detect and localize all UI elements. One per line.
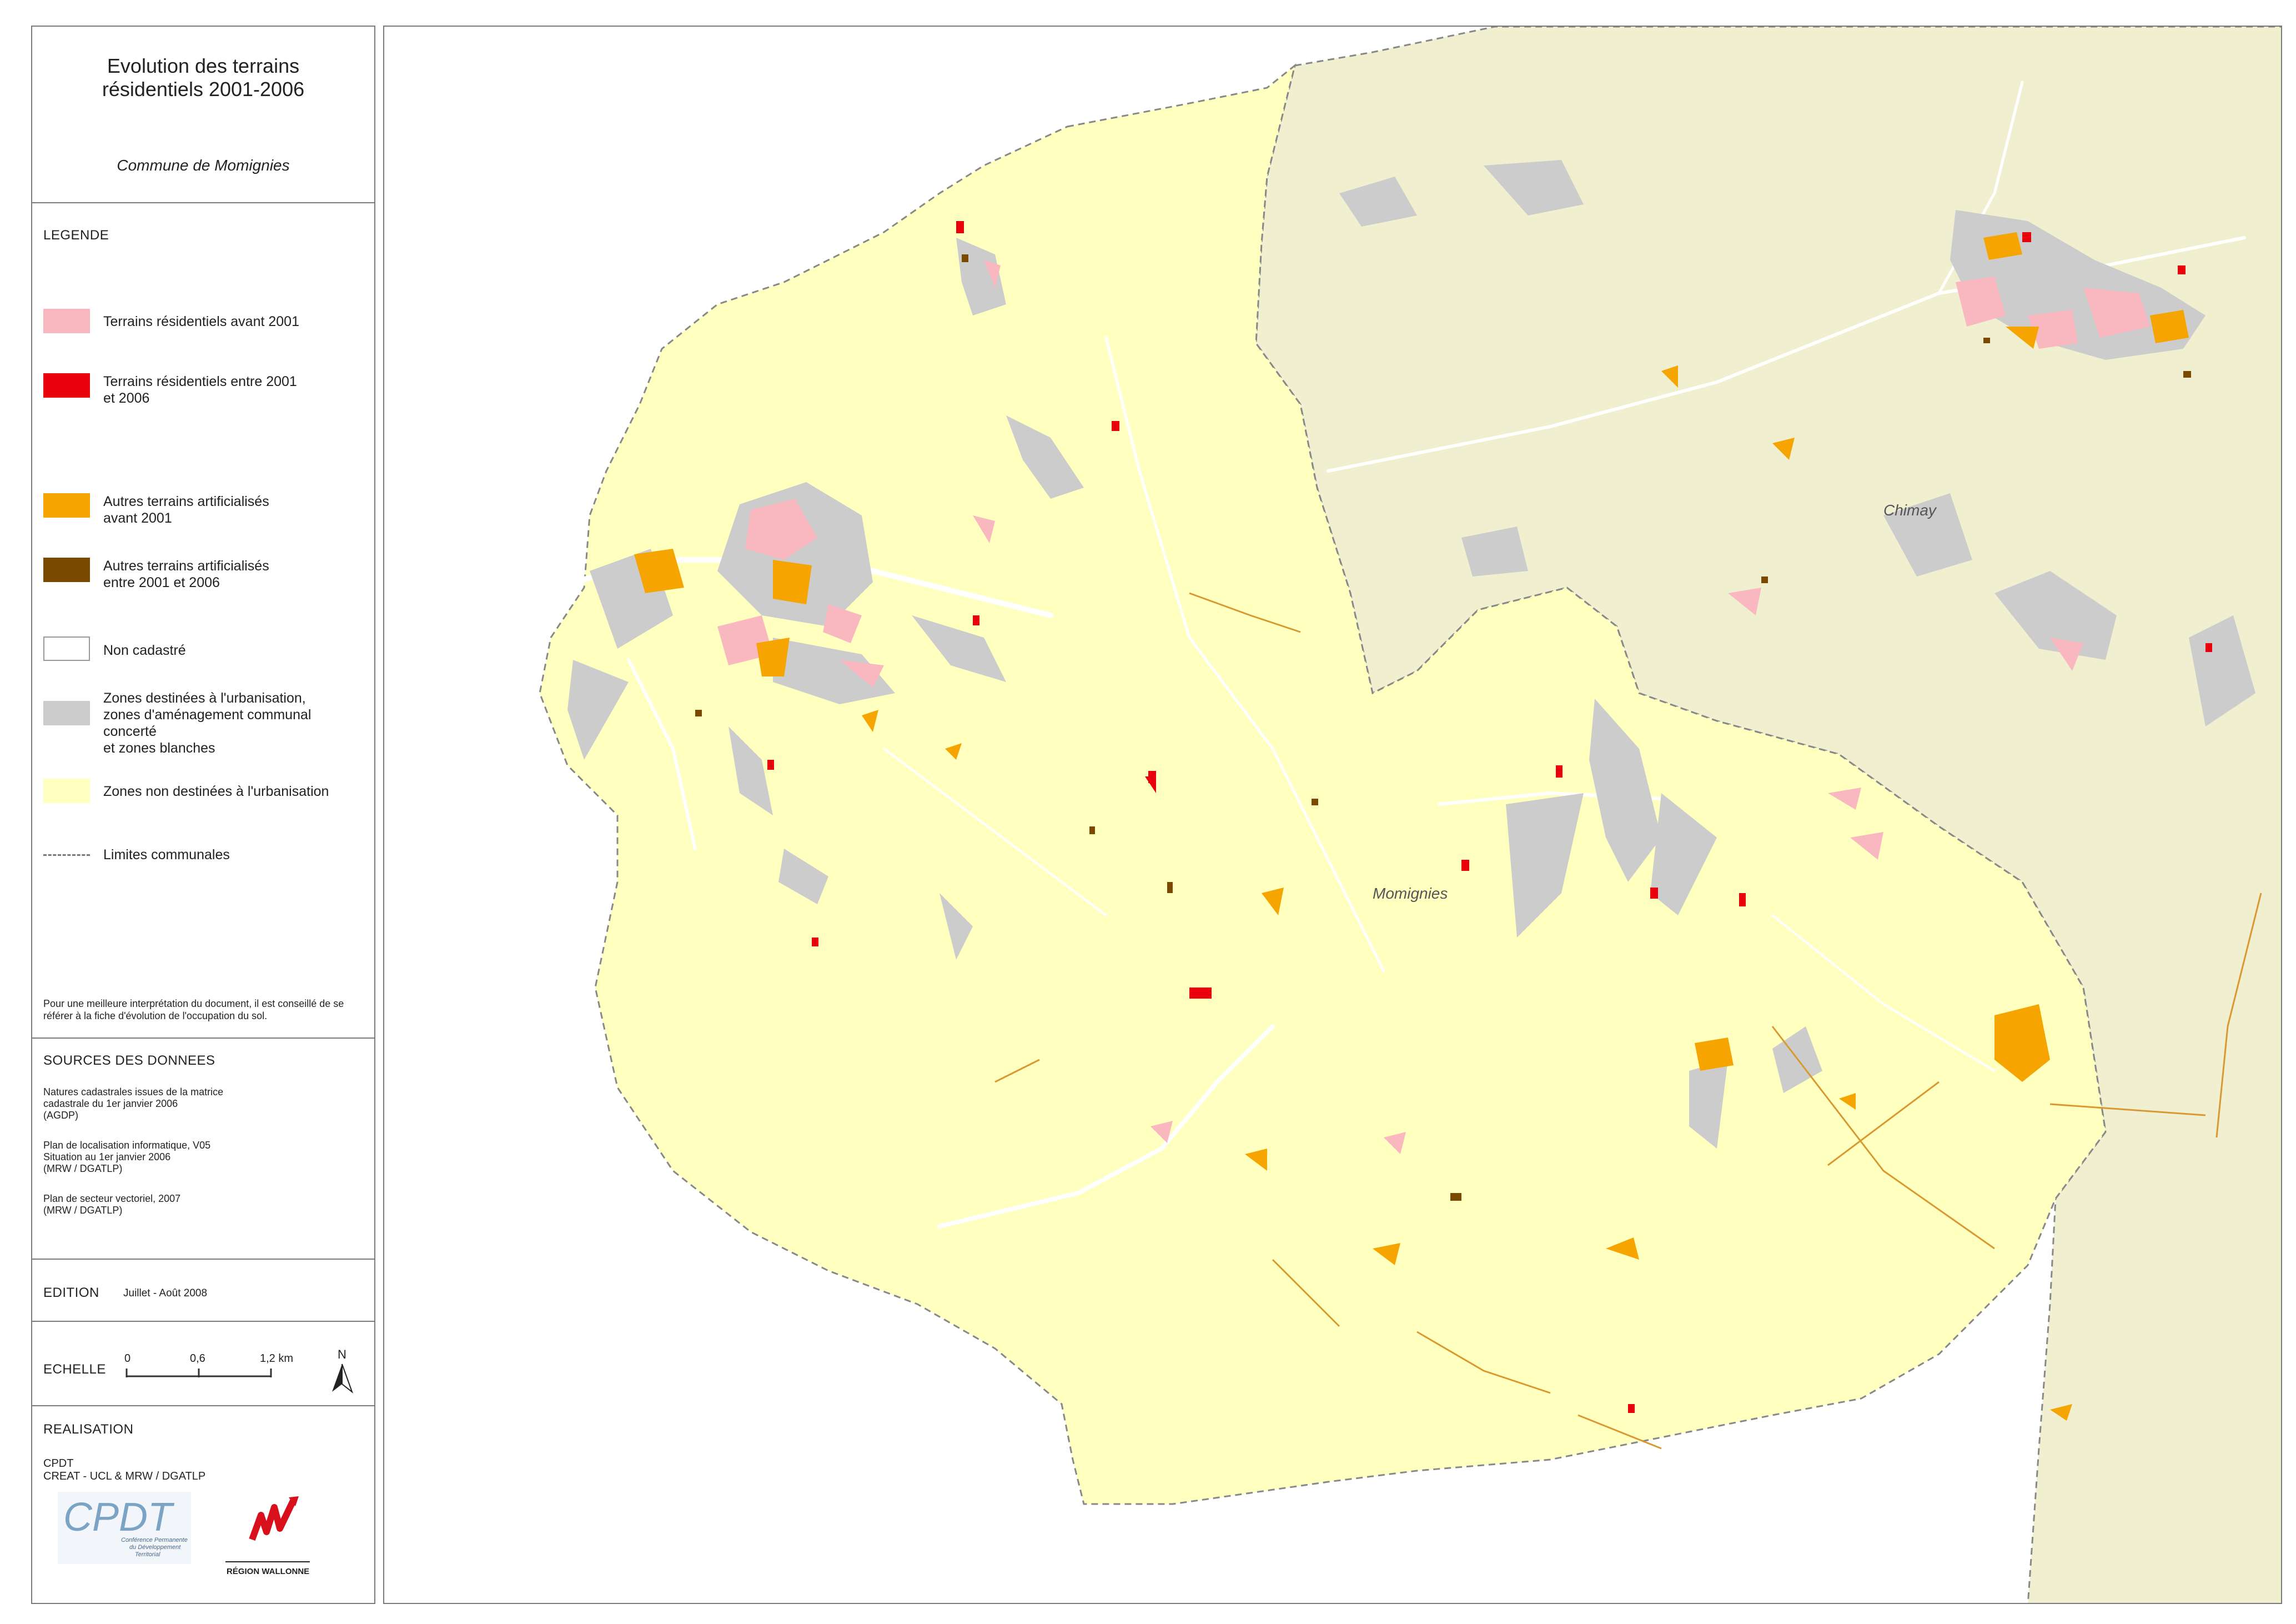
edition-block: EDITION Juillet - Août 2008 [32, 1260, 374, 1322]
cpdt-sub-line: Territorial [135, 1551, 160, 1558]
title-block: Evolution des terrains résidentiels 2001… [32, 27, 374, 203]
legend-label: Autres terrains artificialisés avant 200… [103, 494, 269, 526]
map-area[interactable]: Momignies Chimay [383, 26, 2282, 1604]
swatch-resid-old [43, 309, 90, 333]
scale-bar: 0 0,6 1,2 km N [124, 1347, 354, 1394]
swatch-non-urban [43, 779, 90, 803]
map-canvas: Momignies Chimay [539, 27, 2281, 1603]
map-title-text: Evolution des terrains résidentiels 2001… [102, 54, 305, 101]
cpdt-sub-line: du Développement [129, 1544, 181, 1551]
north-label: N [338, 1347, 346, 1361]
legend-note: Pour une meilleure interprétation du doc… [43, 998, 344, 1021]
swatch-non-cadastre [43, 636, 90, 661]
source-entry: Plan de localisation informatique, V05 S… [43, 1140, 211, 1174]
place-label-momignies: Momignies [1373, 885, 1448, 902]
scale-block: ECHELLE 0 0,6 1,2 km N [32, 1322, 374, 1406]
realisation-heading: REALISATION [43, 1422, 134, 1437]
scale-tick-0: 0 [124, 1352, 130, 1365]
source-entry: Plan de secteur vectoriel, 2007 (MRW / D… [43, 1193, 181, 1216]
cpdt-logo-text: CPDT [63, 1495, 175, 1540]
legend-label: Non cadastré [103, 643, 186, 658]
swatch-artif-old [43, 493, 90, 518]
swatch-artif-new [43, 558, 90, 582]
region-wallonne-logo: RÉGION WALLONNE [225, 1496, 310, 1576]
sources-block: SOURCES DES DONNEES Natures cadastrales … [32, 1039, 374, 1260]
edition-label: EDITION [43, 1285, 99, 1300]
legend-block: LEGENDE Terrains résidentiels avant 2001… [32, 203, 374, 1039]
realisation-text: CPDT CREAT - UCL & MRW / DGATLP [43, 1457, 206, 1482]
realisation-block: REALISATION CPDT CREAT - UCL & MRW / DGA… [32, 1406, 374, 1604]
scale-tick-1: 0,6 [190, 1352, 205, 1365]
rw-logo-text: RÉGION WALLONNE [227, 1567, 309, 1576]
legend-heading: LEGENDE [43, 228, 109, 243]
cpdt-sub-line: Conférence Permanente [121, 1537, 188, 1543]
source-entry: Natures cadastrales issues de la matrice… [43, 1086, 224, 1121]
scale-tick-2: 1,2 km [260, 1352, 293, 1365]
swatch-urban-zones [43, 701, 90, 725]
legend-label: Terrains résidentiels avant 2001 [103, 314, 299, 329]
legend-label: Limites communales [103, 847, 230, 863]
map-title: Evolution des terrains résidentiels 2001… [32, 54, 374, 101]
dashed-line-symbol [43, 854, 90, 856]
sources-heading: SOURCES DES DONNEES [43, 1053, 215, 1068]
legend-label: Zones non destinées à l'urbanisation [103, 784, 329, 799]
cpdt-logo: CPDT Conférence Permanente du Développem… [58, 1492, 191, 1564]
edition-value: Juillet - Août 2008 [123, 1287, 208, 1299]
north-arrow-icon: N [332, 1347, 354, 1394]
legend-panel: Evolution des terrains résidentiels 2001… [31, 26, 375, 1604]
place-label-chimay: Chimay [1883, 502, 1937, 519]
legend-label: Zones destinées à l'urbanisation, zones … [103, 690, 312, 756]
swatch-resid-new [43, 373, 90, 398]
legend-label: Autres terrains artificialisés entre 200… [103, 558, 269, 590]
map-subtitle: Commune de Momignies [117, 157, 290, 174]
logos: CPDT Conférence Permanente du Développem… [58, 1492, 310, 1576]
legend-label: Terrains résidentiels entre 2001 et 2006 [103, 374, 297, 406]
